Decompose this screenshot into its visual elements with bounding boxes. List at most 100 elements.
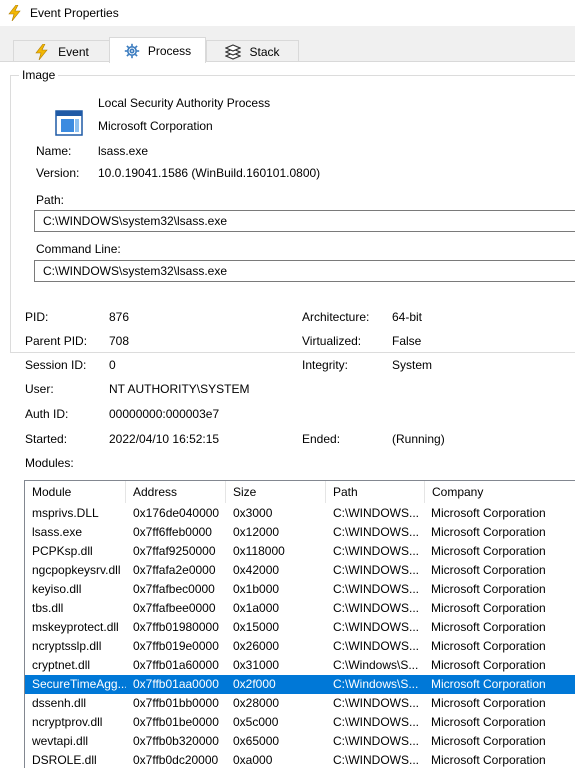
- module-address-cell: 0x7ffb01aa0000: [133, 677, 219, 691]
- module-address-cell: 0x7ffafbec0000: [133, 582, 215, 596]
- module-path-cell: C:\WINDOWS...: [333, 563, 419, 577]
- title-bar: Event Properties: [0, 0, 575, 26]
- module-address-cell: 0x7ffb01980000: [133, 620, 219, 634]
- tab-process-label: Process: [147, 43, 192, 58]
- user-value: NT AUTHORITY\SYSTEM: [109, 382, 250, 396]
- module-name-cell: SecureTimeAgg...: [32, 677, 126, 691]
- module-size-cell: 0x1a000: [233, 601, 280, 615]
- tab-event[interactable]: Event: [13, 40, 110, 62]
- module-company-cell: Microsoft Corporation: [431, 658, 546, 672]
- module-name-cell: msprivs.DLL: [32, 506, 99, 520]
- module-address-cell: 0x7ffafbee0000: [133, 601, 216, 615]
- module-company-cell: Microsoft Corporation: [431, 506, 546, 520]
- module-address-cell: 0x7ffaf9250000: [133, 544, 216, 558]
- table-row[interactable]: cryptnet.dll 0x7ffb01a60000 0x31000 C:\Wind…: [25, 656, 575, 675]
- module-company-cell: Microsoft Corporation: [431, 544, 546, 558]
- version-value: 10.0.19041.1586 (WinBuild.160101.0800): [98, 166, 321, 180]
- module-path-cell: C:\WINDOWS...: [333, 544, 419, 558]
- module-path-cell: C:\WINDOWS...: [333, 715, 419, 729]
- auth-id-label: Auth ID:: [25, 407, 69, 421]
- name-value: lsass.exe: [98, 144, 149, 158]
- image-groupbox: Image Local Security Authority Process M…: [10, 68, 575, 353]
- module-size-cell: 0xa000: [233, 753, 273, 767]
- table-row[interactable]: SecureTimeAgg... 0x7ffb01aa0000 0x2f000 C:\…: [25, 675, 575, 694]
- module-size-cell: 0x31000: [233, 658, 280, 672]
- module-company-cell: Microsoft Corporation: [431, 696, 546, 710]
- version-label: Version:: [36, 166, 80, 180]
- module-address-cell: 0x176de040000: [133, 506, 220, 520]
- modules-label: Modules:: [25, 456, 74, 470]
- table-row[interactable]: wevtapi.dll 0x7ffb0b320000 0x65000 C:\WINDO…: [25, 732, 575, 751]
- tab-strip: Event Process Stack: [0, 26, 575, 63]
- column-header-path[interactable]: Path: [326, 481, 425, 503]
- table-row[interactable]: tbs.dll 0x7ffafbee0000 0x1a000 C:\WINDOWS..…: [25, 599, 575, 618]
- command-line-field[interactable]: C:\WINDOWS\system32\lsass.exe: [34, 260, 575, 282]
- parent-pid-value: 708: [109, 334, 130, 348]
- window-title: Event Properties: [30, 6, 119, 20]
- auth-id-value: 00000000:000003e7: [109, 407, 220, 421]
- lightning-bolt-icon: [8, 4, 22, 22]
- table-row[interactable]: ncryptsslp.dll 0x7ffb019e0000 0x26000 C:\WI…: [25, 637, 575, 656]
- module-size-cell: 0x15000: [233, 620, 280, 634]
- module-name-cell: mskeyprotect.dll: [32, 620, 119, 634]
- started-label: Started:: [25, 432, 68, 446]
- module-size-cell: 0x42000: [233, 563, 280, 577]
- image-company: Microsoft Corporation: [98, 119, 213, 133]
- module-company-cell: Microsoft Corporation: [431, 620, 546, 634]
- module-path-cell: C:\WINDOWS...: [333, 582, 419, 596]
- module-name-cell: DSROLE.dll: [32, 753, 97, 767]
- module-path-cell: C:\WINDOWS...: [333, 734, 419, 748]
- module-address-cell: 0x7ffb01a60000: [133, 658, 219, 672]
- module-name-cell: dssenh.dll: [32, 696, 87, 710]
- module-address-cell: 0x7ffb0dc20000: [133, 753, 219, 767]
- column-header-company[interactable]: Company: [425, 481, 575, 503]
- table-row[interactable]: ncryptprov.dll 0x7ffb01be0000 0x5c000 C:\WI…: [25, 713, 575, 732]
- table-row[interactable]: lsass.exe 0x7ff6ffeb0000 0x12000 C:\WINDOWS…: [25, 523, 575, 542]
- module-path-cell: C:\WINDOWS...: [333, 696, 419, 710]
- stack-icon: [225, 43, 242, 60]
- table-row[interactable]: DSROLE.dll 0x7ffb0dc20000 0xa000 C:\WINDOWS…: [25, 751, 575, 768]
- column-header-size[interactable]: Size: [226, 481, 326, 503]
- table-row[interactable]: PCPKsp.dll 0x7ffaf9250000 0x118000 C:\WINDO…: [25, 542, 575, 561]
- module-address-cell: 0x7ffb019e0000: [133, 639, 219, 653]
- module-address-cell: 0x7ffafa2e0000: [133, 563, 216, 577]
- process-panel: Image Local Security Authority Process M…: [0, 61, 575, 768]
- module-size-cell: 0x5c000: [233, 715, 279, 729]
- module-address-cell: 0x7ffb01be0000: [133, 715, 219, 729]
- table-row[interactable]: msprivs.DLL 0x176de040000 0x3000 C:\WINDOWS…: [25, 504, 575, 523]
- module-size-cell: 0x12000: [233, 525, 280, 539]
- module-size-cell: 0x28000: [233, 696, 280, 710]
- module-size-cell: 0x2f000: [233, 677, 276, 691]
- started-value: 2022/04/10 16:52:15: [109, 432, 220, 446]
- integrity-label: Integrity:: [302, 358, 349, 372]
- module-path-cell: C:\WINDOWS...: [333, 620, 419, 634]
- table-row[interactable]: keyiso.dll 0x7ffafbec0000 0x1b000 C:\WINDOW…: [25, 580, 575, 599]
- module-company-cell: Microsoft Corporation: [431, 734, 546, 748]
- tab-process[interactable]: Process: [109, 37, 206, 63]
- module-name-cell: tbs.dll: [32, 601, 64, 615]
- lightning-bolt-icon: [34, 43, 50, 60]
- module-company-cell: Microsoft Corporation: [431, 525, 546, 539]
- pid-value: 876: [109, 310, 130, 324]
- modules-list[interactable]: Module Address Size Path Company msprivs…: [24, 480, 575, 768]
- module-size-cell: 0x26000: [233, 639, 280, 653]
- module-path-cell: C:\WINDOWS...: [333, 506, 419, 520]
- module-company-cell: Microsoft Corporation: [431, 715, 546, 729]
- tab-stack[interactable]: Stack: [206, 40, 299, 62]
- module-path-cell: C:\WINDOWS...: [333, 753, 419, 767]
- virtualized-label: Virtualized:: [302, 334, 362, 348]
- path-field[interactable]: C:\WINDOWS\system32\lsass.exe: [34, 210, 575, 232]
- table-row[interactable]: mskeyprotect.dll 0x7ffb01980000 0x15000 C:\…: [25, 618, 575, 637]
- tab-stack-label: Stack: [249, 44, 280, 59]
- session-id-label: Session ID:: [25, 358, 87, 372]
- module-size-cell: 0x118000: [233, 544, 285, 558]
- column-header-module[interactable]: Module: [25, 481, 126, 503]
- table-row[interactable]: dssenh.dll 0x7ffb01bb0000 0x28000 C:\WINDOW…: [25, 694, 575, 713]
- parent-pid-label: Parent PID:: [25, 334, 88, 348]
- column-header-address[interactable]: Address: [126, 481, 226, 503]
- user-label: User:: [25, 382, 54, 396]
- module-name-cell: wevtapi.dll: [32, 734, 89, 748]
- architecture-label: Architecture:: [302, 310, 370, 324]
- module-company-cell: Microsoft Corporation: [431, 601, 546, 615]
- table-row[interactable]: ngcpopkeysrv.dll 0x7ffafa2e0000 0x42000 C:\…: [25, 561, 575, 580]
